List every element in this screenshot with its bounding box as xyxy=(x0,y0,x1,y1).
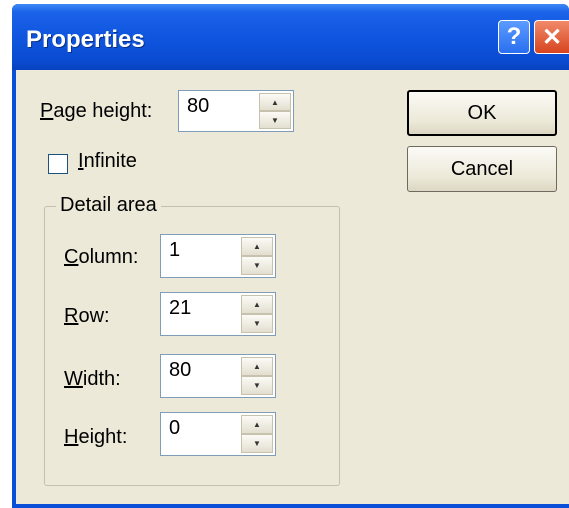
width-spin-up[interactable]: ▲ xyxy=(241,357,273,376)
page-height-field[interactable]: 80 ▲ ▼ xyxy=(178,90,294,132)
page-height-accel: P xyxy=(40,100,54,122)
row-field[interactable]: 21 ▲ ▼ xyxy=(160,292,276,336)
window-bottom-border xyxy=(12,504,569,508)
spin-up-icon: ▲ xyxy=(253,242,261,251)
page-height-value: 80 xyxy=(187,95,210,117)
spin-down-icon: ▼ xyxy=(253,439,261,448)
spin-up-icon: ▲ xyxy=(271,97,279,107)
width-field[interactable]: 80 ▲ ▼ xyxy=(160,354,276,398)
spin-down-icon: ▼ xyxy=(253,261,261,270)
cancel-button[interactable]: Cancel xyxy=(407,146,557,192)
column-field[interactable]: 1 ▲ ▼ xyxy=(160,234,276,278)
infinite-label-text: nfinite xyxy=(83,150,137,172)
infinite-checkbox[interactable] xyxy=(48,154,68,174)
row-label: Row: xyxy=(64,305,110,328)
dialog-title: Properties xyxy=(26,26,145,53)
spin-down-icon: ▼ xyxy=(253,319,261,328)
spin-up-icon: ▲ xyxy=(253,362,261,371)
help-button[interactable]: ? xyxy=(498,20,530,54)
title-bar[interactable]: Properties ? ✕ xyxy=(12,4,569,70)
dialog-body: Page height: 80 ▲ ▼ Infinite OK Cancel D… xyxy=(16,70,569,504)
row-accel: R xyxy=(64,305,79,327)
page-height-spin-up[interactable]: ▲ xyxy=(259,93,291,111)
page-height-label: Page height: xyxy=(40,100,152,123)
column-accel: C xyxy=(64,246,79,268)
close-icon: ✕ xyxy=(541,23,563,51)
height-label-text: eight: xyxy=(78,426,128,448)
row-spin-up[interactable]: ▲ xyxy=(241,295,273,314)
height-spin-down[interactable]: ▼ xyxy=(241,434,273,453)
column-spin-down[interactable]: ▼ xyxy=(241,256,273,275)
properties-dialog: Properties ? ✕ Page height: 80 ▲ ▼ Infin… xyxy=(12,4,569,508)
row-spin-down[interactable]: ▼ xyxy=(241,314,273,333)
row-label-text: ow: xyxy=(78,305,110,327)
width-spin-down[interactable]: ▼ xyxy=(241,376,273,395)
width-accel: W xyxy=(64,368,83,390)
spin-down-icon: ▼ xyxy=(271,115,279,125)
detail-area-title: Detail area xyxy=(56,194,161,217)
row-value: 21 xyxy=(169,297,192,319)
page-height-spin-down[interactable]: ▼ xyxy=(259,111,291,129)
help-icon: ? xyxy=(506,23,522,50)
infinite-label[interactable]: Infinite xyxy=(78,150,137,173)
column-value: 1 xyxy=(169,239,181,261)
ok-button[interactable]: OK xyxy=(407,90,557,136)
column-spin-up[interactable]: ▲ xyxy=(241,237,273,256)
height-accel: H xyxy=(64,426,79,448)
spin-up-icon: ▲ xyxy=(253,300,261,309)
width-value: 80 xyxy=(169,359,192,381)
column-label-text: olumn: xyxy=(78,246,139,268)
height-label: Height: xyxy=(64,426,127,449)
height-field[interactable]: 0 ▲ ▼ xyxy=(160,412,276,456)
close-button[interactable]: ✕ xyxy=(534,20,569,54)
width-label: Width: xyxy=(64,368,121,391)
height-spin-up[interactable]: ▲ xyxy=(241,415,273,434)
height-value: 0 xyxy=(169,417,181,439)
page-height-label-text: age height: xyxy=(53,100,153,122)
width-label-text: idth: xyxy=(82,368,121,390)
spin-down-icon: ▼ xyxy=(253,381,261,390)
spin-up-icon: ▲ xyxy=(253,420,261,429)
column-label: Column: xyxy=(64,246,138,269)
